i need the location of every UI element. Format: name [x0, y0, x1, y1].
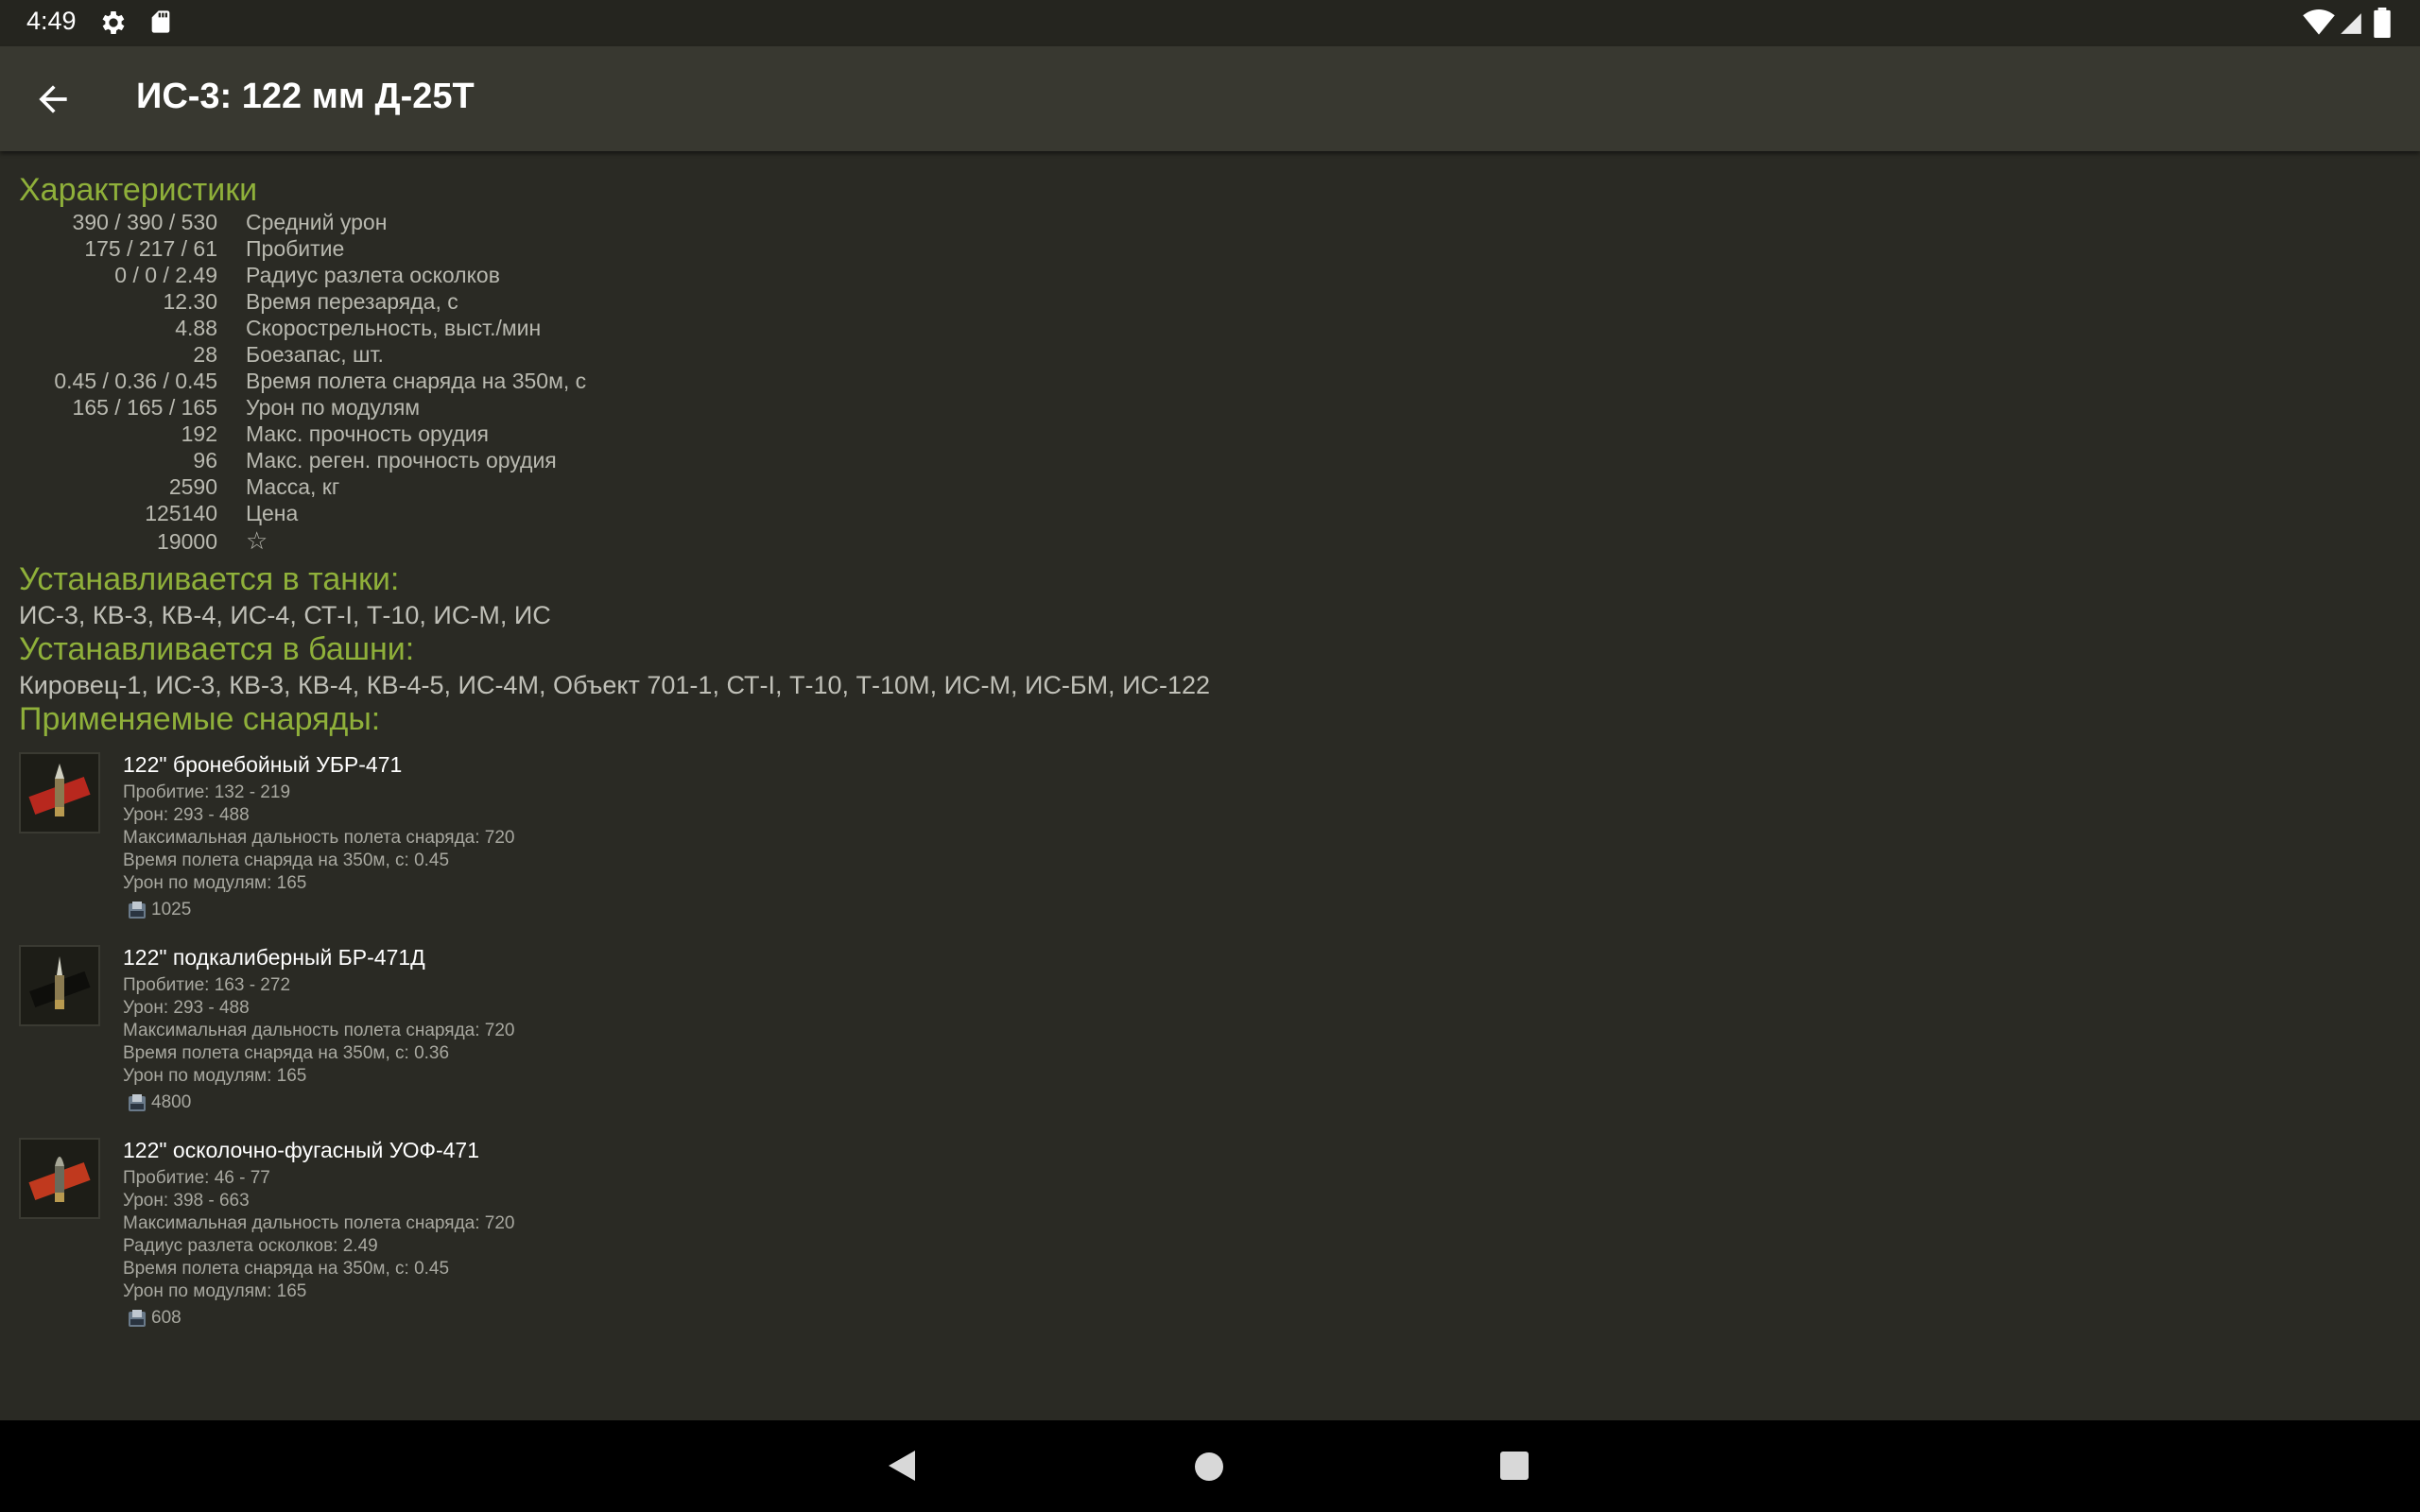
shell-image [19, 1138, 100, 1219]
page-title: ИС-3: 122 мм Д-25Т [136, 77, 475, 116]
spec-row: 19000 ☆ [0, 526, 851, 556]
spec-label: Пробитие [246, 236, 345, 261]
circle-home-icon [1195, 1452, 1223, 1481]
spec-row: 175 / 217 / 61 Пробитие [0, 236, 851, 263]
section-title-shells: Применяемые снаряды: [19, 701, 381, 737]
status-time: 4:49 [26, 7, 77, 35]
shell-detail: Урон по модулям: 165 [123, 1066, 307, 1086]
shell-name: 122" осколочно-фугасный УОФ-471 [123, 1138, 479, 1162]
spec-row: 390 / 390 / 530 Средний урон [0, 210, 851, 236]
star-icon: ☆ [246, 526, 268, 555]
shell-detail: Радиус разлета осколков: 2.49 [123, 1236, 378, 1256]
section-title-tanks: Устанавливается в танки: [19, 561, 400, 597]
spec-label: Скорострельность, выст./мин [246, 316, 542, 340]
spec-label: Макс. реген. прочность орудия [246, 448, 557, 472]
shell-detail: Максимальная дальность полета снаряда: 7… [123, 1213, 515, 1233]
spec-value: 165 / 165 / 165 [72, 395, 217, 420]
shell-name: 122" подкалиберный БР-471Д [123, 945, 425, 970]
spec-label: Время полета снаряда на 350м, с [246, 369, 587, 393]
spec-label: Цена [246, 501, 299, 525]
status-bar: 4:49 [0, 0, 2420, 46]
spec-value: 0.45 / 0.36 / 0.45 [54, 369, 217, 393]
spec-value: 175 / 217 / 61 [84, 236, 217, 261]
shell-detail: Пробитие: 46 - 77 [123, 1168, 270, 1188]
shell-detail: Пробитие: 163 - 272 [123, 975, 291, 995]
spec-label: Время перезаряда, с [246, 289, 458, 314]
shell-detail: Максимальная дальность полета снаряда: 7… [123, 828, 515, 848]
spec-value: 390 / 390 / 530 [72, 210, 217, 234]
back-button[interactable] [32, 78, 74, 120]
spec-row: 12.30 Время перезаряда, с [0, 289, 851, 316]
shell-detail: Урон: 398 - 663 [123, 1191, 250, 1211]
spec-row: 4.88 Скорострельность, выст./мин [0, 316, 851, 342]
spec-label: Средний урон [246, 210, 388, 234]
section-title-specs: Характеристики [19, 172, 258, 208]
shell-price-value: 608 [151, 1308, 182, 1329]
spec-value: 2590 [168, 474, 217, 499]
wifi-icon [2303, 9, 2335, 41]
spec-value: 96 [193, 448, 217, 472]
spec-label: Макс. прочность орудия [246, 421, 490, 446]
spec-value: 4.88 [175, 316, 217, 340]
signal-icon [2339, 11, 2363, 41]
spec-row: 0 / 0 / 2.49 Радиус разлета осколков [0, 263, 851, 289]
spec-label: Радиус разлета осколков [246, 263, 500, 287]
app-bar: ИС-3: 122 мм Д-25Т [0, 46, 2420, 151]
spec-label: Боезапас, шт. [246, 342, 384, 367]
credits-icon [127, 1092, 147, 1113]
shell-detail: Урон: 293 - 488 [123, 805, 250, 825]
spec-row: 125140 Цена [0, 501, 851, 527]
spec-row: 28 Боезапас, шт. [0, 342, 851, 369]
arrow-back-icon [39, 85, 67, 113]
shell-name: 122" бронебойный УБР-471 [123, 752, 403, 777]
shell-detail: Пробитие: 132 - 219 [123, 782, 291, 802]
spec-row: 0.45 / 0.36 / 0.45 Время полета снаряда … [0, 369, 851, 395]
nav-back-button[interactable] [885, 1447, 919, 1489]
shell-price: 4800 [127, 1092, 191, 1113]
credits-icon [127, 900, 147, 920]
sd-card-icon [147, 8, 174, 41]
shell-detail: Время полета снаряда на 350м, с: 0.36 [123, 1043, 450, 1063]
tanks-list: ИС-3, КВ-3, КВ-4, ИС-4, СТ-I, Т-10, ИС-М… [19, 601, 551, 629]
shell-detail: Урон по модулям: 165 [123, 873, 307, 893]
shell-price: 608 [127, 1308, 182, 1329]
shell-price-value: 4800 [151, 1092, 192, 1113]
shell-detail: Время полета снаряда на 350м, с: 0.45 [123, 850, 450, 870]
square-recents-icon [1500, 1452, 1529, 1480]
spec-value: 19000 [157, 529, 217, 554]
shell-image [19, 945, 100, 1026]
spec-row: 192 Макс. прочность орудия [0, 421, 851, 448]
spec-value: 0 / 0 / 2.49 [114, 263, 217, 287]
spec-row: 96 Макс. реген. прочность орудия [0, 448, 851, 474]
navigation-bar [0, 1420, 2420, 1512]
gun-details: Характеристики 390 / 390 / 530 Средний у… [0, 151, 2420, 1420]
shell-image [19, 752, 100, 833]
nav-recents-button[interactable] [1499, 1451, 1530, 1486]
shell-detail: Урон по модулям: 165 [123, 1281, 307, 1301]
spec-value: 192 [181, 421, 217, 446]
nav-home-button[interactable] [1193, 1451, 1225, 1487]
spec-value: 12.30 [163, 289, 217, 314]
shell-price: 1025 [127, 900, 191, 920]
spec-value: 28 [193, 342, 217, 367]
turrets-list: Кировец-1, ИС-3, КВ-3, КВ-4, КВ-4-5, ИС-… [19, 671, 1211, 699]
triangle-back-icon [889, 1451, 915, 1481]
spec-row: 2590 Масса, кг [0, 474, 851, 501]
shell-detail: Время полета снаряда на 350м, с: 0.45 [123, 1259, 450, 1279]
settings-icon [98, 8, 129, 43]
credits-icon [127, 1308, 147, 1329]
shell-detail: Максимальная дальность полета снаряда: 7… [123, 1021, 515, 1040]
section-title-turrets: Устанавливается в башни: [19, 631, 415, 667]
spec-row: 165 / 165 / 165 Урон по модулям [0, 395, 851, 421]
shell-price-value: 1025 [151, 900, 192, 920]
battery-icon [2373, 8, 2392, 43]
shell-detail: Урон: 293 - 488 [123, 998, 250, 1018]
spec-value: 125140 [145, 501, 217, 525]
spec-label: Урон по модулям [246, 395, 421, 420]
spec-label: Масса, кг [246, 474, 340, 499]
